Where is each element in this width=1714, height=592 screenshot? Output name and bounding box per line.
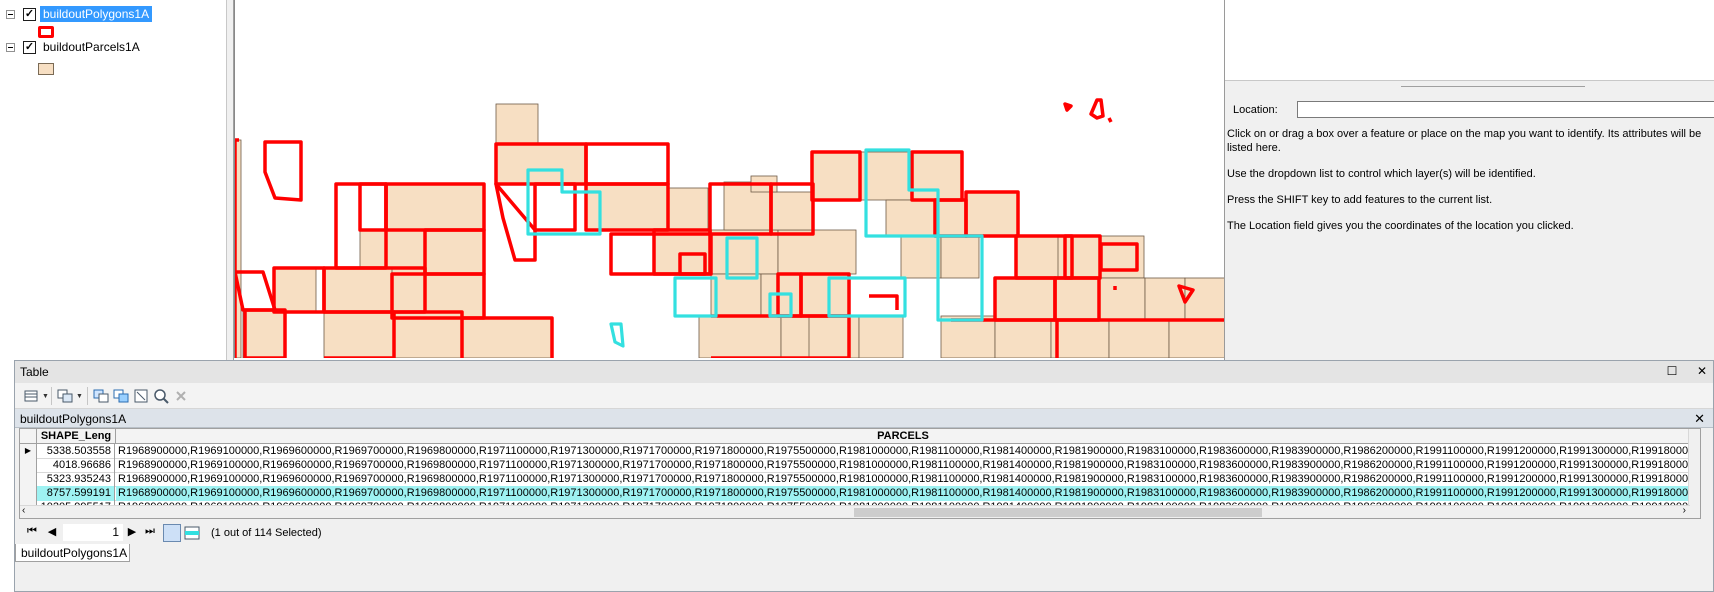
attribute-grid[interactable]: SHAPE_Leng PARCELS ▶ 5338.503558 R196890… [19, 428, 1701, 519]
last-record-icon[interactable]: ⏭ [143, 525, 157, 538]
collapse-icon[interactable] [6, 42, 15, 52]
table-row[interactable]: 4018.96686 R1968900000,R1969100000,R1969… [20, 458, 1690, 473]
chevron-down-icon[interactable]: ▼ [42, 393, 49, 400]
maximize-icon[interactable]: ☐ [1665, 364, 1679, 378]
grid-header: SHAPE_Leng PARCELS [20, 429, 1700, 444]
location-field[interactable] [1297, 101, 1714, 118]
scrollbar-thumb[interactable] [854, 508, 1262, 517]
identify-instruction-4: The Location field gives you the coordin… [1227, 220, 1574, 232]
zoom-to-selected-icon[interactable] [153, 388, 169, 404]
column-header-parcels[interactable]: PARCELS [116, 429, 1690, 444]
pane-splitter[interactable] [226, 0, 234, 360]
table-layer-name: buildoutPolygons1A [20, 412, 127, 426]
scroll-right-icon[interactable]: › [1683, 505, 1686, 516]
table-layer-tab[interactable]: buildoutPolygons1A ✕ [15, 409, 1713, 428]
layer-name-parcels[interactable]: buildoutParcels1A [40, 39, 143, 55]
cell-shape-leng[interactable]: 8757.599191 [37, 486, 115, 501]
row-selector[interactable] [20, 486, 37, 501]
close-icon[interactable]: ✕ [1694, 411, 1705, 427]
map-view[interactable] [234, 0, 1224, 358]
cell-parcels[interactable]: R1968900000,R1969100000,R1969600000,R196… [116, 486, 1690, 501]
cell-shape-leng[interactable]: 5338.503558 [37, 444, 115, 459]
table-toolbar: ▼ ▼ [15, 383, 1713, 409]
cell-parcels[interactable]: R1968900000,R1969100000,R1969600000,R196… [116, 444, 1690, 459]
table-of-contents: ✓ buildoutPolygons1A ✓ buildoutParcels1A [0, 0, 228, 360]
scroll-left-icon[interactable]: ‹ [22, 505, 25, 516]
identify-instruction-1: Click on or drag a box over a feature or… [1227, 128, 1702, 154]
record-navigation: ⏮ ◀ 1 ▶ ⏭ (1 out of 114 Selected) [15, 522, 1713, 544]
map-canvas[interactable] [235, 0, 1224, 358]
attribute-table-window: Table ☐ ✕ ▼ ▼ buildoutPolygons1A ✕ SHAPE… [14, 360, 1714, 592]
horizontal-scrollbar[interactable]: ‹ › [20, 505, 1690, 518]
identify-instruction-2: Use the dropdown list to control which l… [1227, 168, 1536, 180]
layer-name-polygons[interactable]: buildoutPolygons1A [40, 6, 153, 22]
show-selected-records-icon[interactable] [183, 524, 201, 542]
parcel-symbol-swatch [38, 63, 54, 75]
switch-selection-icon[interactable] [113, 388, 129, 404]
table-row[interactable]: ▶ 5338.503558 R1968900000,R1969100000,R1… [20, 444, 1690, 459]
table-title-bar[interactable]: Table ☐ ✕ [15, 361, 1713, 383]
identify-splitter[interactable] [1401, 86, 1585, 87]
chevron-down-icon[interactable]: ▼ [76, 393, 83, 400]
identify-results-area[interactable] [1225, 0, 1714, 81]
table-options-icon[interactable] [23, 388, 39, 404]
cell-shape-leng[interactable]: 4018.96686 [37, 458, 115, 473]
identify-instruction-3: Press the SHIFT key to add features to t… [1227, 194, 1493, 206]
record-number-input[interactable]: 1 [63, 524, 123, 541]
layer-visibility-checkbox[interactable]: ✓ [23, 40, 36, 54]
table-row[interactable]: 5323.935243 R1968900000,R1969100000,R196… [20, 472, 1690, 487]
cell-shape-leng[interactable]: 5323.935243 [37, 472, 115, 487]
arcmap-window: ✓ buildoutPolygons1A ✓ buildoutParcels1A [0, 0, 1714, 592]
related-tables-icon[interactable] [57, 388, 73, 404]
cell-parcels[interactable]: R1968900000,R1969100000,R1969600000,R196… [116, 458, 1690, 473]
toolbar-separator [51, 387, 52, 405]
select-by-attributes-icon[interactable] [93, 388, 109, 404]
toolbar-separator [87, 387, 88, 405]
table-window-title: Table [20, 365, 49, 379]
table-bottom-tab[interactable]: buildoutPolygons1A [15, 544, 130, 562]
table-row-selected[interactable]: 8757.599191 R1968900000,R1969100000,R196… [20, 486, 1690, 501]
row-selector[interactable] [20, 458, 37, 473]
row-selector[interactable] [20, 472, 37, 487]
column-header-shape-leng[interactable]: SHAPE_Leng [37, 429, 116, 444]
selection-count: (1 out of 114 Selected) [211, 527, 322, 539]
layer-visibility-checkbox[interactable]: ✓ [23, 7, 36, 21]
cell-parcels[interactable]: R1968900000,R1969100000,R1969600000,R196… [116, 472, 1690, 487]
toc-layer-polygons[interactable]: ✓ buildoutPolygons1A [6, 6, 153, 22]
close-icon[interactable]: ✕ [1695, 364, 1709, 378]
identify-panel: Location: Click on or drag a box over a … [1224, 0, 1714, 360]
toc-layer-parcels[interactable]: ✓ buildoutParcels1A [6, 39, 143, 55]
bottom-tab-label: buildoutPolygons1A [21, 546, 128, 560]
row-selector[interactable]: ▶ [20, 444, 37, 459]
collapse-icon[interactable] [6, 9, 15, 19]
previous-record-icon[interactable]: ◀ [45, 525, 59, 538]
show-all-records-icon[interactable] [163, 524, 181, 542]
clear-selection-icon[interactable] [133, 388, 149, 404]
polygon-symbol-swatch [38, 26, 54, 38]
next-record-icon[interactable]: ▶ [125, 525, 139, 538]
first-record-icon[interactable]: ⏮ [25, 525, 39, 538]
header-corner[interactable] [20, 429, 37, 444]
delete-selected-icon[interactable] [173, 388, 189, 404]
location-label: Location: [1233, 104, 1278, 116]
